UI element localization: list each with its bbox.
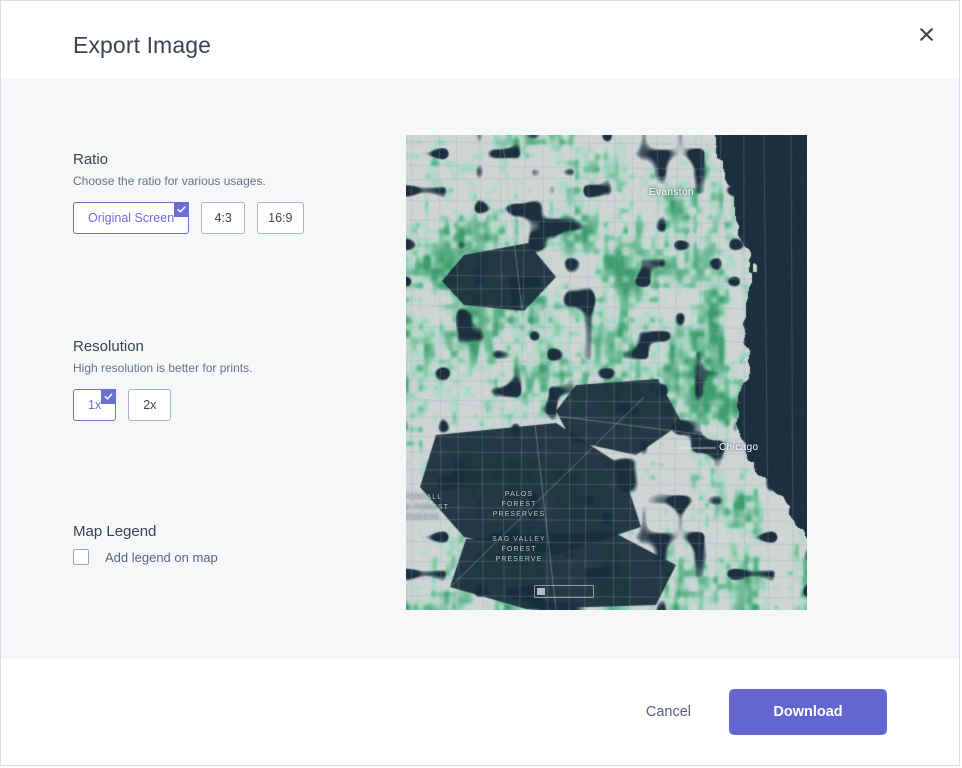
ratio-section: Ratio Choose the ratio for various usage… <box>73 151 304 234</box>
check-icon <box>174 202 190 217</box>
ratio-option-16-9[interactable]: 16:9 <box>257 202 304 234</box>
export-image-dialog: Export Image Ratio Choose the ratio for … <box>0 0 960 766</box>
page-title: Export Image <box>73 32 211 58</box>
ratio-heading: Ratio <box>73 151 109 168</box>
ratio-subtitle: Choose the ratio for various usages. <box>73 174 266 188</box>
map-preview: Evanston Chicago PALOS FOREST PRESERVES SA… <box>406 135 807 610</box>
map-legend-heading: Map Legend <box>73 523 157 540</box>
close-icon[interactable] <box>913 21 939 47</box>
dialog-header: Export Image <box>1 1 959 79</box>
add-legend-row: Add legend on map <box>73 549 218 565</box>
resolution-subtitle: High resolution is better for prints. <box>73 361 253 375</box>
add-legend-checkbox[interactable] <box>73 549 89 565</box>
ratio-option-label: 4:3 <box>214 211 232 225</box>
resolution-option-label: 2x <box>143 398 157 412</box>
map-legend-section: Map Legend Add legend on map <box>73 523 218 565</box>
resolution-option-1x[interactable]: 1x <box>73 389 117 421</box>
download-button[interactable]: Download <box>729 689 887 735</box>
resolution-option-2x[interactable]: 2x <box>128 389 172 421</box>
map-scale-bar <box>534 585 594 598</box>
ratio-option-label: Original Screen <box>88 211 175 225</box>
dialog-footer: Cancel Download <box>1 659 959 765</box>
ratio-options: Original Screen 4:3 16:9 <box>73 202 304 234</box>
check-icon <box>101 389 117 404</box>
add-legend-label[interactable]: Add legend on map <box>105 550 218 565</box>
cancel-button[interactable]: Cancel <box>642 698 695 726</box>
ratio-option-4-3[interactable]: 4:3 <box>201 202 246 234</box>
resolution-section: Resolution High resolution is better for… <box>73 338 252 421</box>
resolution-heading: Resolution <box>73 338 144 355</box>
scale-bar-block <box>537 588 545 595</box>
resolution-option-label: 1x <box>88 398 102 412</box>
resolution-options: 1x 2x <box>73 389 252 421</box>
map-preview-canvas <box>406 135 807 610</box>
ratio-option-label: 16:9 <box>268 211 293 225</box>
dialog-body: Ratio Choose the ratio for various usage… <box>1 79 959 659</box>
ratio-option-original-screen[interactable]: Original Screen <box>73 202 190 234</box>
